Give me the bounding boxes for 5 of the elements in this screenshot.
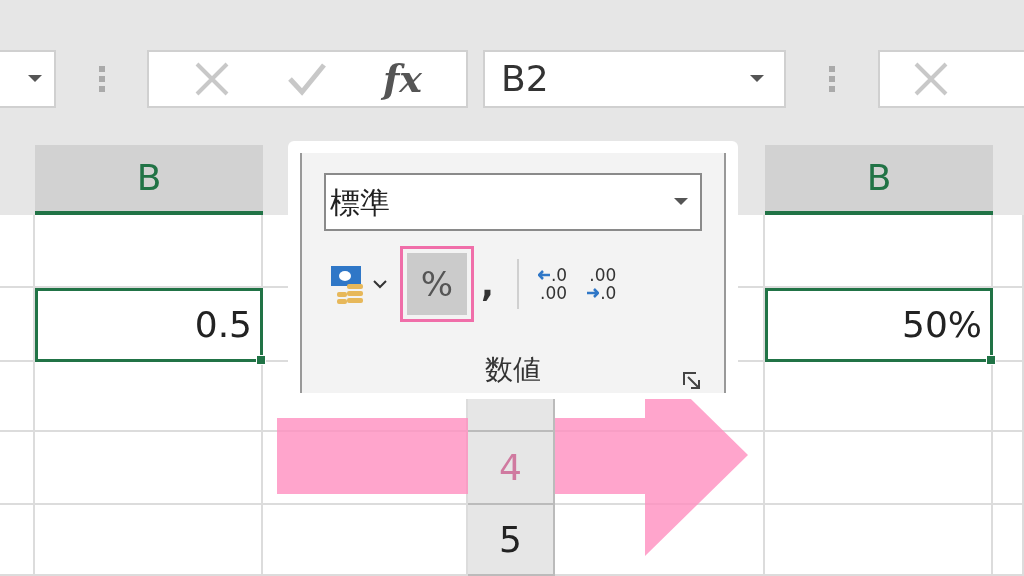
decimal-label: .0 [600,284,617,302]
decimal-label: .0 [550,266,568,284]
group-label: 数値 [485,352,541,388]
decimal-label: .00 [589,266,617,284]
decimal-label: .00 [540,284,568,302]
